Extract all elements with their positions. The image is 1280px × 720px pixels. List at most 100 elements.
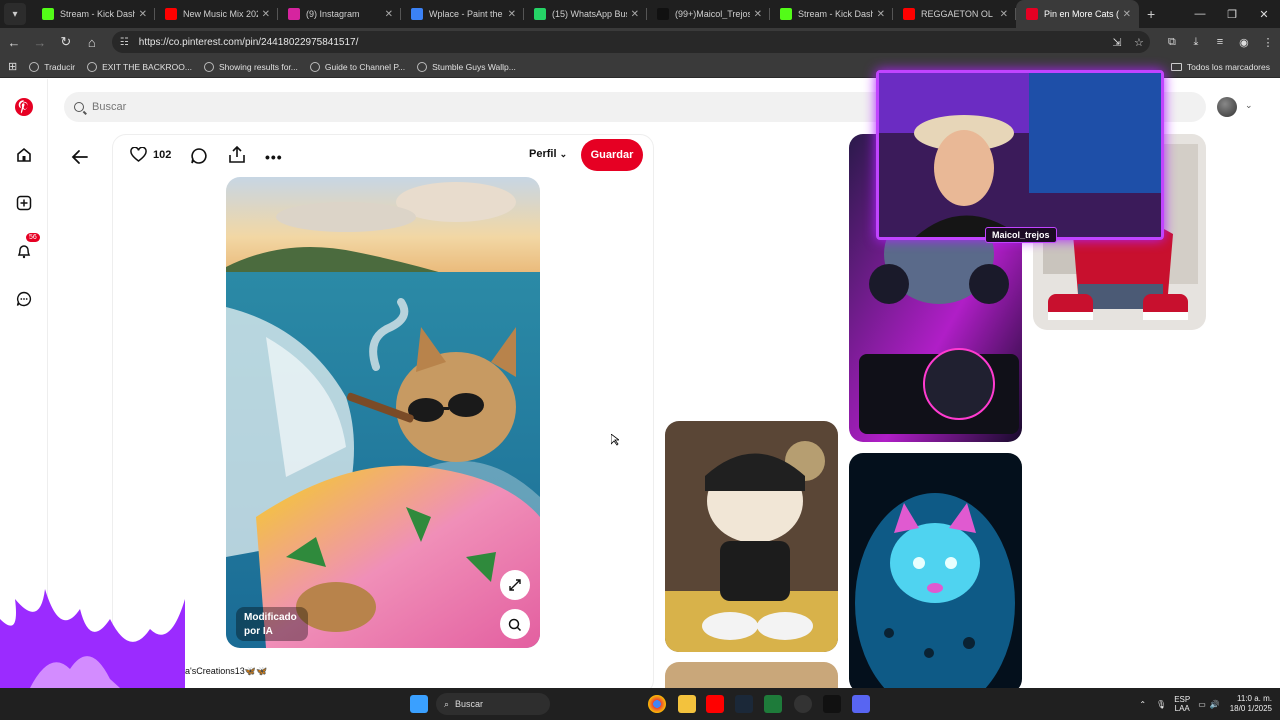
close-tab-icon[interactable]: ✕ [1123, 9, 1131, 20]
ai-modified-label: Modificado por IA [236, 607, 308, 641]
browser-tab[interactable]: (9) Instagram ✕ [278, 0, 401, 28]
address-bar[interactable]: ☷ https://co.pinterest.com/pin/244180229… [111, 31, 1150, 53]
site-info-icon[interactable]: ☷ [120, 37, 129, 48]
language-indicator[interactable]: ESP LAA [1174, 695, 1190, 713]
home-nav-icon[interactable] [12, 143, 36, 167]
file-explorer-icon[interactable] [678, 695, 696, 713]
home-icon[interactable]: ⌂ [80, 30, 104, 54]
user-avatar[interactable] [1217, 97, 1237, 117]
browser-menu-icon[interactable]: ⋮ [1256, 36, 1280, 49]
windows-start-icon[interactable] [410, 695, 428, 713]
visual-search-icon[interactable] [500, 609, 530, 639]
browser-tab-strip: ▾ Stream - Kick Dashbo✕New Music Mix 202… [0, 0, 1280, 28]
discord-icon[interactable] [852, 695, 870, 713]
browser-tab[interactable]: Stream - Kick Dashbo ✕ [32, 0, 155, 28]
more-options-icon[interactable]: ••• [265, 149, 283, 165]
url-text: https://co.pinterest.com/pin/24418022975… [138, 36, 359, 48]
lang-code: ESP [1174, 695, 1191, 704]
close-tab-icon[interactable]: ✕ [262, 9, 270, 20]
taskbar-search[interactable]: ⌕ Buscar [436, 693, 550, 715]
bookmark-item[interactable]: Stumble Guys Wallp... [417, 61, 516, 72]
youtube-app-icon[interactable] [706, 695, 724, 713]
close-tab-icon[interactable]: ✕ [877, 9, 885, 20]
close-tab-icon[interactable]: ✕ [754, 9, 762, 20]
back-arrow-icon[interactable] [70, 147, 90, 167]
heart-icon [130, 147, 147, 162]
reading-list-icon[interactable]: ≡ [1208, 36, 1232, 49]
volume-icon[interactable]: 🔊 [1210, 700, 1220, 709]
pinterest-logo-icon[interactable] [12, 95, 36, 119]
like-button[interactable]: 102 [130, 147, 171, 162]
tab-title: Wplace - Paint the w [429, 9, 504, 19]
youtube-icon [903, 8, 915, 20]
tab-title: (99+)Maicol_Trejos ( [675, 9, 750, 19]
close-tab-icon[interactable]: ✕ [385, 9, 393, 20]
related-pin-partial[interactable] [665, 662, 838, 688]
close-tab-icon[interactable]: ✕ [508, 9, 516, 20]
pin-author[interactable]: ja'sCreations13🦋🦋 [183, 666, 267, 677]
browser-tab[interactable]: New Music Mix 2025 ✕ [155, 0, 278, 28]
related-pin-neon-leopard[interactable] [849, 453, 1022, 688]
globe-icon [203, 61, 214, 72]
extensions-icon[interactable]: ⧉ [1160, 36, 1184, 49]
steam-icon[interactable] [735, 695, 753, 713]
bookmark-item[interactable]: Guide to Channel P... [309, 61, 405, 72]
search-icon: ⌕ [444, 698, 450, 709]
expand-icon[interactable] [500, 570, 530, 600]
new-tab-button[interactable]: + [1147, 6, 1155, 22]
save-button[interactable]: Guardar [581, 139, 643, 171]
globe-icon [417, 61, 428, 72]
profile-dropdown[interactable]: Perfil ⌄ [529, 148, 567, 160]
browser-tab[interactable]: Wplace - Paint the w ✕ [401, 0, 524, 28]
tray-chevron-icon[interactable]: ⌃ [1139, 700, 1146, 709]
flame-overlay-icon [0, 589, 185, 688]
browser-tab[interactable]: Stream - Kick Dashbo ✕ [770, 0, 893, 28]
related-pin-cap-kitten[interactable] [665, 421, 838, 652]
share-icon[interactable] [228, 145, 246, 165]
microphone-icon[interactable]: 🎙 [1156, 700, 1166, 709]
bookmark-star-icon[interactable]: ☆ [1128, 36, 1150, 49]
bookmark-item[interactable]: EXIT THE BACKROO... [87, 61, 192, 72]
chrome-icon[interactable] [648, 695, 666, 713]
close-tab-icon[interactable]: ✕ [1000, 9, 1008, 20]
maximize-button[interactable]: ❐ [1216, 0, 1248, 28]
create-pin-icon[interactable] [12, 191, 36, 215]
install-app-icon[interactable]: ⇲ [1106, 36, 1128, 49]
tiktok-icon [657, 8, 669, 20]
all-bookmarks-button[interactable]: Todos los marcadores [1170, 56, 1270, 78]
globe-icon [29, 61, 40, 72]
browser-tab[interactable]: REGGAETON OL ✕ [893, 0, 1016, 28]
all-bookmarks-label: Todos los marcadores [1186, 62, 1270, 72]
streamer-name-tag: Maicol_trejos [985, 227, 1057, 243]
main-pin-image[interactable] [226, 177, 540, 648]
browser-tab[interactable]: (99+)Maicol_Trejos ( ✕ [647, 0, 770, 28]
excel-icon[interactable] [764, 695, 782, 713]
network-icon[interactable]: ▭ [1198, 700, 1206, 709]
bookmark-item[interactable]: Showing results for... [203, 61, 298, 72]
apps-grid-icon[interactable]: ⊞ [8, 60, 17, 73]
obs-icon[interactable] [794, 695, 812, 713]
tab-title: Stream - Kick Dashbo [60, 9, 135, 19]
close-tab-icon[interactable]: ✕ [139, 9, 147, 20]
tiktok-app-icon[interactable] [823, 695, 841, 713]
tab-search-button[interactable]: ▾ [4, 3, 26, 25]
profile-icon[interactable]: ◉ [1232, 36, 1256, 49]
back-nav-icon[interactable]: ← [2, 30, 26, 54]
close-tab-icon[interactable]: ✕ [631, 9, 639, 20]
bookmark-item[interactable]: Traducir [29, 61, 76, 72]
comment-icon[interactable] [190, 147, 208, 165]
reload-icon[interactable]: ↻ [54, 30, 78, 54]
download-icon[interactable]: ⤓ [1184, 36, 1208, 49]
close-window-button[interactable]: ✕ [1248, 0, 1280, 28]
minimize-button[interactable]: — [1184, 0, 1216, 28]
browser-tab[interactable]: Pin en More Cats (pa ✕ [1016, 0, 1139, 28]
forward-nav-icon[interactable]: → [28, 30, 52, 54]
browser-tab[interactable]: (15) WhatsApp Busin ✕ [524, 0, 647, 28]
clock[interactable]: 11:0 a. m. 18/0 1/2025 [1230, 694, 1272, 714]
messages-icon[interactable] [12, 287, 36, 311]
bookmark-label: Traducir [44, 61, 76, 72]
bookmark-label: Showing results for... [218, 61, 298, 72]
notifications-bell-icon[interactable]: 56 [12, 233, 40, 263]
account-chevron-icon[interactable]: ⌄ [1245, 100, 1253, 111]
globe-icon [87, 61, 98, 72]
